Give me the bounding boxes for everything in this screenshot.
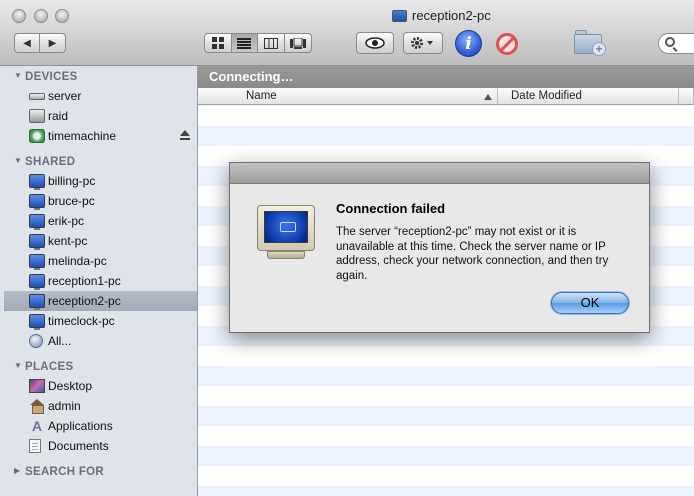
gear-icon <box>411 37 433 49</box>
sidebar-item-timemachine[interactable]: timemachine <box>4 126 197 146</box>
connection-status-bar: Connecting… <box>198 66 694 88</box>
pc-icon <box>29 174 45 190</box>
sidebar-item-desktop[interactable]: Desktop <box>4 376 197 396</box>
eject-icon[interactable] <box>180 130 190 142</box>
close-window-button[interactable] <box>12 9 26 23</box>
drive-icon <box>29 93 45 100</box>
back-button[interactable]: ◀ <box>15 34 41 52</box>
info-icon: i <box>465 33 472 54</box>
sidebar-item-melinda-pc[interactable]: melinda-pc <box>4 251 197 271</box>
sidebar-item-reception1-pc[interactable]: reception1-pc <box>4 271 197 291</box>
dialog-title: Connection failed <box>336 201 446 216</box>
list-view-button[interactable] <box>231 34 258 52</box>
search-icon <box>665 37 675 47</box>
sidebar-section-places[interactable]: ▼ PLACES <box>14 361 73 373</box>
icon-view-icon <box>211 37 224 49</box>
icon-view-button[interactable] <box>205 34 232 52</box>
pc-icon <box>29 194 45 210</box>
raid-drive-icon <box>29 109 45 123</box>
timemachine-icon <box>29 129 45 143</box>
zoom-window-button[interactable] <box>55 9 69 23</box>
dialog-message: The server “reception2-pc” may not exist… <box>336 226 609 282</box>
stop-button[interactable] <box>496 33 518 55</box>
forward-arrow-icon: ▶ <box>48 37 57 49</box>
list-view-icon <box>237 37 252 49</box>
column-view-icon <box>263 37 278 49</box>
sort-ascending-icon <box>484 94 492 100</box>
sidebar-item-kent-pc[interactable]: kent-pc <box>4 231 197 251</box>
sidebar-item-admin[interactable]: admin <box>4 396 197 416</box>
new-folder-button[interactable]: + <box>574 30 606 56</box>
sidebar-item-reception2-pc[interactable]: reception2-pc <box>4 291 197 311</box>
quick-look-button[interactable] <box>356 32 394 54</box>
window-title-text: reception2-pc <box>412 8 491 23</box>
sidebar-section-shared[interactable]: ▼ SHARED <box>14 156 75 168</box>
sidebar-item-raid[interactable]: raid <box>4 106 197 126</box>
pc-icon <box>29 214 45 230</box>
desktop-icon <box>29 379 45 393</box>
dialog-titlebar <box>230 163 649 184</box>
pc-icon <box>29 314 45 330</box>
sidebar-item-applications[interactable]: A Applications <box>4 416 197 436</box>
network-globe-icon <box>29 334 43 348</box>
search-input[interactable] <box>658 33 694 54</box>
column-view-button[interactable] <box>258 34 285 52</box>
column-header-date-modified[interactable]: Date Modified <box>498 88 679 105</box>
minimize-window-button[interactable] <box>34 9 48 23</box>
sidebar-section-search-for[interactable]: ▶ SEARCH FOR <box>14 466 104 478</box>
coverflow-view-icon <box>289 37 306 49</box>
coverflow-view-button[interactable] <box>285 34 311 52</box>
documents-icon <box>29 439 41 453</box>
home-icon <box>29 399 45 414</box>
column-header-spacer <box>679 88 694 105</box>
pc-icon <box>29 294 45 310</box>
pc-icon <box>29 274 45 290</box>
action-menu-button[interactable] <box>403 32 443 54</box>
back-forward-buttons: ◀ ▶ <box>14 33 66 53</box>
sidebar-item-all[interactable]: All... <box>4 331 197 351</box>
sidebar-item-erik-pc[interactable]: erik-pc <box>4 211 197 231</box>
disclosure-triangle-icon: ▼ <box>14 156 23 165</box>
sidebar-item-billing-pc[interactable]: billing-pc <box>4 171 197 191</box>
disclosure-triangle-icon: ▼ <box>14 71 23 80</box>
sidebar-item-timeclock-pc[interactable]: timeclock-pc <box>4 311 197 331</box>
sidebar-section-devices[interactable]: ▼ DEVICES <box>14 71 78 83</box>
sidebar-item-bruce-pc[interactable]: bruce-pc <box>4 191 197 211</box>
pc-icon <box>29 254 45 270</box>
disclosure-triangle-icon: ▼ <box>14 361 23 370</box>
info-button[interactable]: i <box>455 30 482 57</box>
column-header-name[interactable]: Name <box>198 88 498 105</box>
window-title: reception2-pc <box>392 8 491 23</box>
sidebar-item-server[interactable]: server <box>4 86 197 106</box>
pc-icon <box>29 234 45 250</box>
connection-failed-dialog: Connection failed The server “reception2… <box>229 162 650 333</box>
sidebar-item-documents[interactable]: Documents <box>4 436 197 456</box>
column-header-row: Name Date Modified <box>198 88 694 105</box>
applications-icon: A <box>31 418 43 434</box>
pc-icon <box>392 9 407 22</box>
sidebar: ▼ DEVICES server raid timemachine ▼ SHARED… <box>0 66 198 496</box>
ok-button[interactable]: OK <box>551 292 629 314</box>
disclosure-triangle-collapsed-icon: ▶ <box>14 466 21 475</box>
window-toolbar: reception2-pc ◀ ▶ i + <box>0 0 694 66</box>
back-arrow-icon: ◀ <box>23 37 31 49</box>
computer-monitor-icon <box>257 205 315 263</box>
plus-icon: + <box>592 42 606 56</box>
eye-icon <box>365 37 385 49</box>
view-mode-buttons <box>204 33 312 53</box>
forward-button[interactable]: ▶ <box>40 34 65 52</box>
